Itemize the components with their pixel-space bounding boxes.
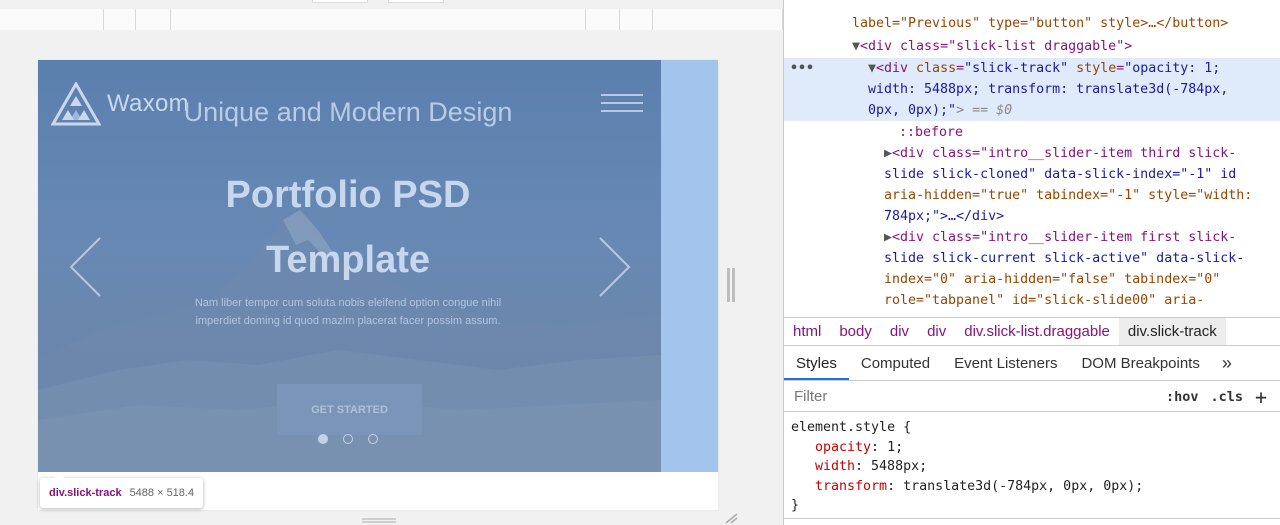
viewport-right-resize-handle[interactable] xyxy=(727,268,735,302)
breadcrumb-slick-track[interactable]: div.slick-track xyxy=(1118,318,1226,345)
more-options-icon[interactable]: ••• xyxy=(790,58,814,79)
element-inspect-tooltip: div.slick-track 5488 × 518.4 xyxy=(40,473,204,508)
expand-triangle-icon[interactable]: ▼ xyxy=(852,39,860,54)
slide-title-line2: Template xyxy=(265,239,430,281)
tree-line-child1-3: aria-hidden="true" tabindex="-1" style="… xyxy=(884,188,1253,203)
tree-line-child1-1[interactable]: ▶<div class="intro__slider-item third sl… xyxy=(884,143,1236,164)
hamburger-menu-icon[interactable] xyxy=(601,94,643,114)
rule-property-transform[interactable]: transform: translate3d(-784px, 0px, 0px)… xyxy=(791,477,1271,497)
tree-line-child1-2: slide slick-cloned" data-slick-index="-1… xyxy=(884,167,1237,182)
breadcrumb-html[interactable]: html xyxy=(784,318,830,345)
tree-line-prev-button[interactable]: label="Previous" type="button" style>…</… xyxy=(852,13,1228,34)
styles-filter-input[interactable] xyxy=(786,383,1154,410)
media-query-ruler xyxy=(0,0,783,30)
screen: Waxom Unique and Modern Design Portfolio… xyxy=(0,0,1280,525)
tree-line-slick-track-2: width: 5488px; transform: translate3d(-7… xyxy=(868,82,1229,97)
rule-property-opacity[interactable]: opacity: 1; xyxy=(791,438,1271,458)
intro-slide: Waxom Unique and Modern Design Portfolio… xyxy=(38,60,661,472)
tab-dom-breakpoints[interactable]: DOM Breakpoints xyxy=(1069,347,1211,380)
slide-description: Nam liber tempor cum soluta nobis eleife… xyxy=(194,297,502,327)
tree-line-slick-list[interactable]: ▼<div class="slick-list draggable"> xyxy=(852,36,1132,57)
slider-dot-2[interactable] xyxy=(343,434,353,444)
logo-text: Waxom xyxy=(107,90,189,117)
slide-subtitle: Unique and Modern Design xyxy=(183,97,513,127)
rule-selector[interactable]: element.style { xyxy=(791,418,1271,438)
tooltip-element-name: div.slick-track xyxy=(49,487,122,499)
tree-line-child2-2: slide slick-current slick-active" data-s… xyxy=(884,251,1245,266)
tree-line-child1-4: 784px;">…</div> xyxy=(884,209,1005,224)
tooltip-element-size: 5488 × 518.4 xyxy=(129,487,195,499)
rule-property-width[interactable]: width: 5488px; xyxy=(791,457,1271,477)
device-preview-area: Waxom Unique and Modern Design Portfolio… xyxy=(0,0,783,525)
waxom-logo[interactable]: Waxom xyxy=(51,82,189,126)
collapsed-triangle-icon[interactable]: ▶ xyxy=(884,146,892,161)
sidebar-tabs: Styles Computed Event Listeners DOM Brea… xyxy=(784,347,1280,381)
tab-styles[interactable]: Styles xyxy=(784,347,849,380)
device-viewport: Waxom Unique and Modern Design Portfolio… xyxy=(38,60,718,510)
expand-triangle-icon[interactable]: ▼ xyxy=(868,61,876,76)
elements-tree: ••• ▔▔▔▔▔▔▔▔▔▔▔▔▔▔▔▔▔▔▔▔▔▔▔▔▔▔▔▔ label="… xyxy=(784,0,1280,316)
slider-dot-1[interactable] xyxy=(318,434,328,444)
breadcrumb-slick-list[interactable]: div.slick-list.draggable xyxy=(955,318,1119,345)
divider xyxy=(784,518,1280,519)
element-style-rule: element.style { opacity: 1; width: 5488p… xyxy=(791,418,1271,516)
tab-event-listeners[interactable]: Event Listeners xyxy=(942,347,1069,380)
triangle-logo-icon xyxy=(51,82,101,126)
devtools-panel: ••• ▔▔▔▔▔▔▔▔▔▔▔▔▔▔▔▔▔▔▔▔▔▔▔▔▔▔▔▔ label="… xyxy=(783,0,1280,525)
tree-line-child2-3: index="0" aria-hidden="false" tabindex="… xyxy=(884,272,1221,287)
chevron-right-icon[interactable] xyxy=(596,236,632,298)
slider-dot-3[interactable] xyxy=(368,434,378,444)
new-style-rule-icon[interactable]: + xyxy=(1255,387,1267,407)
tab-computed[interactable]: Computed xyxy=(849,347,942,380)
breadcrumb-body[interactable]: body xyxy=(830,318,881,345)
viewport-bottom-resize-handle[interactable] xyxy=(362,518,396,523)
corner-resize-icon[interactable] xyxy=(724,512,738,524)
tree-line-child2-4: role="tabpanel" id="slick-slide00" aria- xyxy=(884,293,1205,308)
tree-line-before[interactable]: ::before xyxy=(899,122,963,143)
more-tabs-icon[interactable]: » xyxy=(1212,347,1242,380)
tree-line-child2-1[interactable]: ▶<div class="intro__slider-item first sl… xyxy=(884,227,1236,248)
breadcrumb: html body div div div.slick-list.draggab… xyxy=(784,317,1280,346)
slide-title-line1: Portfolio PSD xyxy=(225,174,471,216)
tree-line-slick-track-3: 0px, 0px);"> == $0 xyxy=(868,103,1013,118)
slider-dots xyxy=(318,434,378,444)
styles-toolbar: :hov .cls + xyxy=(784,382,1280,412)
collapsed-triangle-icon[interactable]: ▶ xyxy=(884,230,892,245)
hov-toggle[interactable]: :hov xyxy=(1166,389,1199,405)
breadcrumb-div[interactable]: div xyxy=(918,318,955,345)
rule-close: } xyxy=(791,498,800,513)
tree-line-slick-track-1[interactable]: ▼<div class="slick-track" style="opacity… xyxy=(868,58,1220,79)
tree-line-clipped: ▔▔▔▔▔▔▔▔▔▔▔▔▔▔▔▔▔▔▔▔▔▔▔▔▔▔▔▔ xyxy=(852,0,1077,8)
breadcrumb-div[interactable]: div xyxy=(881,318,918,345)
slick-track-highlight-overflow xyxy=(661,60,718,472)
cls-toggle[interactable]: .cls xyxy=(1211,389,1244,405)
chevron-left-icon[interactable] xyxy=(68,236,104,298)
get-started-button[interactable]: GET STARTED xyxy=(277,384,422,435)
